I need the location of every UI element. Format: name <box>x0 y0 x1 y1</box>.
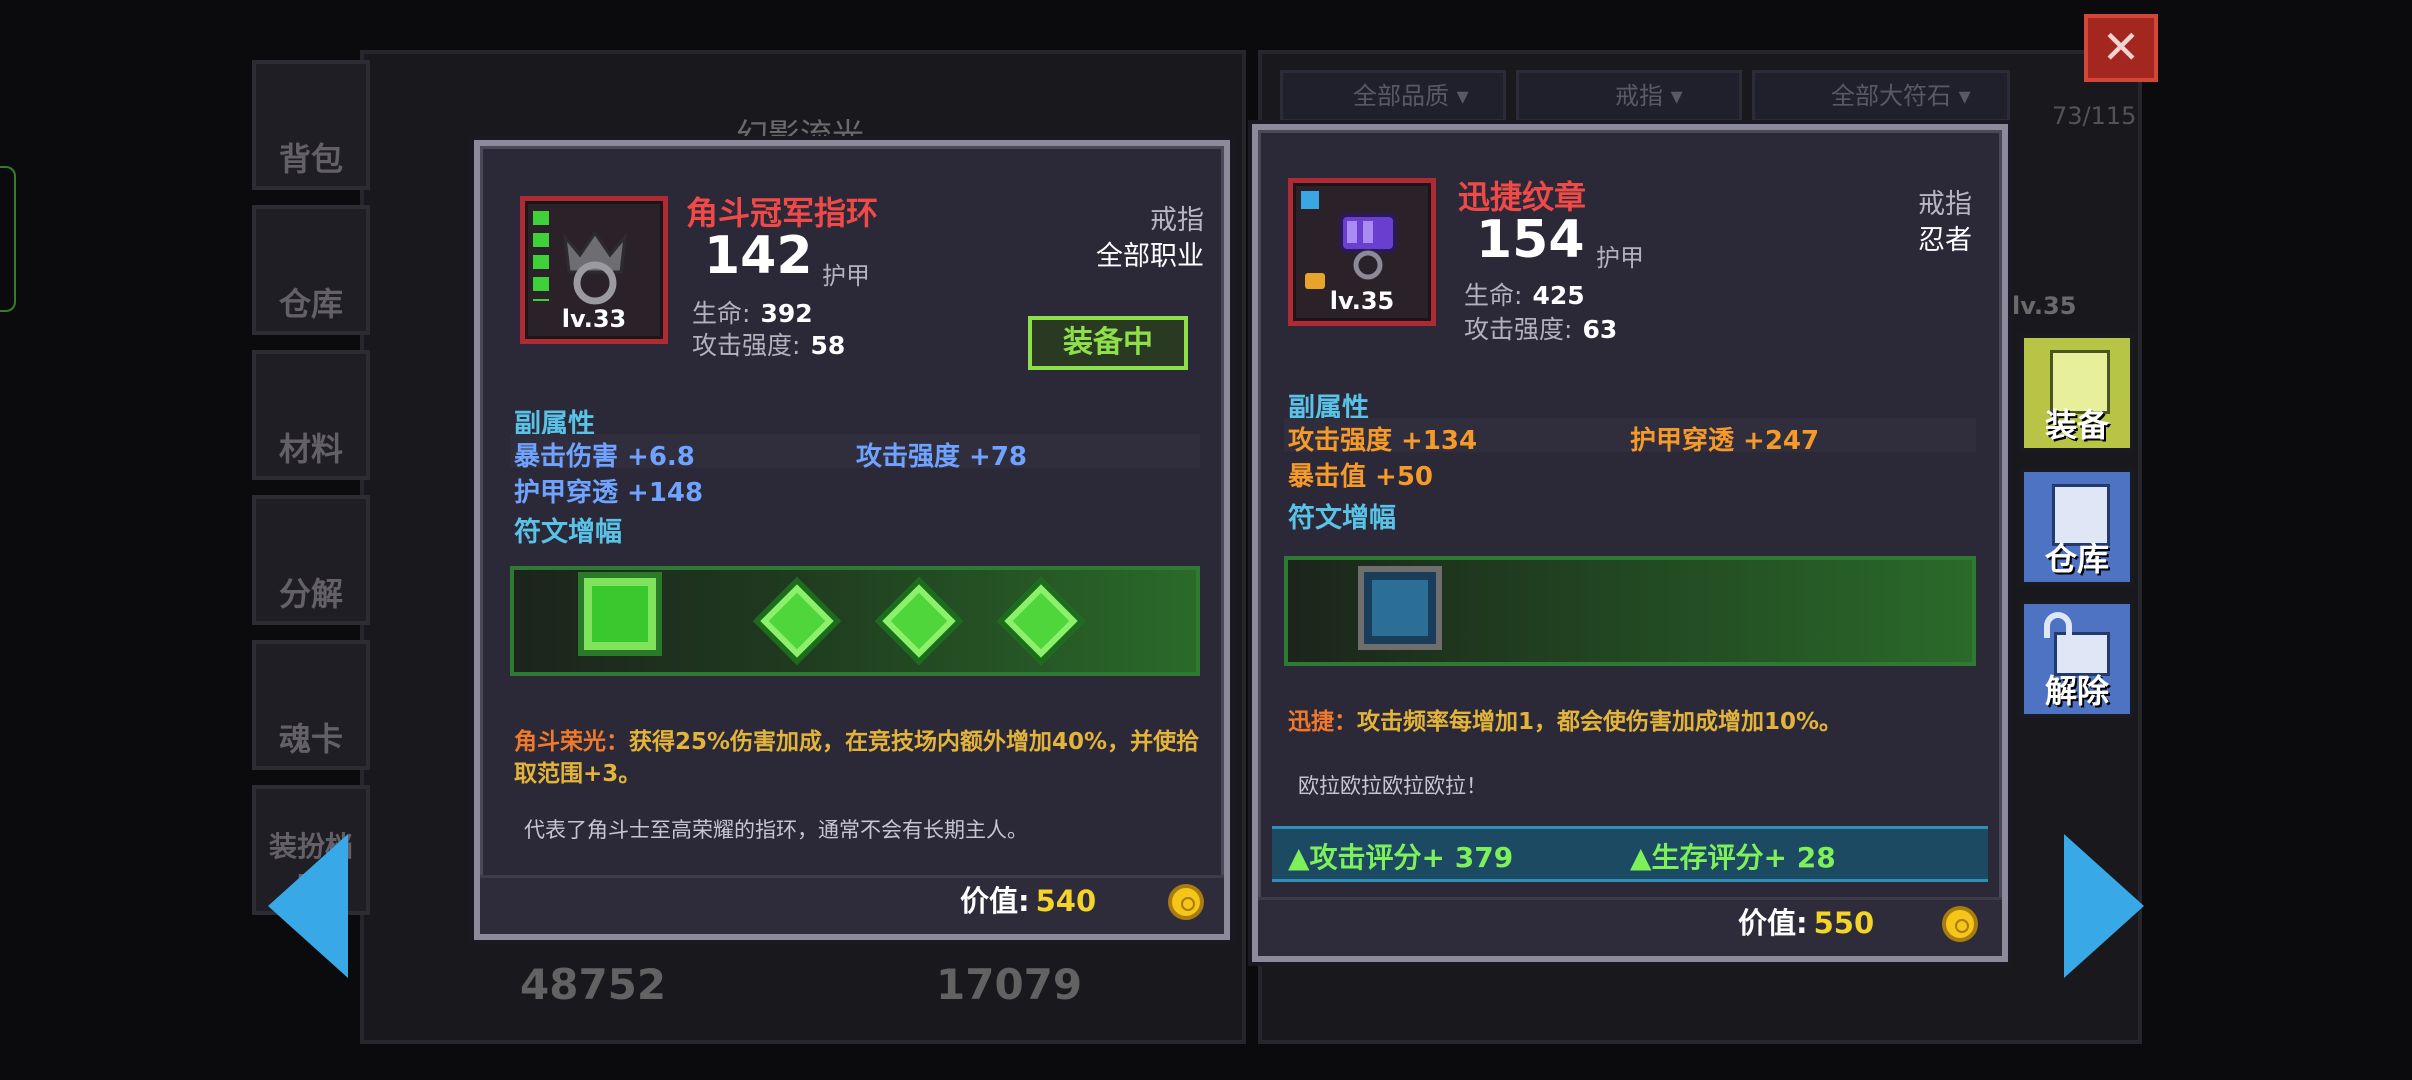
tab-backpack[interactable]: 背包 <box>252 60 370 190</box>
sub-stat-crit-damage: 暴击伤害 +6.8 <box>514 442 695 472</box>
next-item-arrow[interactable] <box>2064 834 2144 978</box>
gold-coin-icon <box>1942 906 1978 942</box>
sub-stat-armor-pen: 护甲穿透 +148 <box>514 478 704 508</box>
bg-stat-2: 17079 <box>936 960 1083 1009</box>
effect-description: 角斗荣光：获得25%伤害加成，在竞技场内额外增加40%，并使拾取范围+3。 <box>514 729 1200 787</box>
equipped-badge: 装备中 <box>1028 316 1188 370</box>
item-class: 全部职业 <box>1096 241 1204 272</box>
item-icon-frame: lv.33 <box>520 196 668 344</box>
item-value: 价值: 550 <box>1738 906 1875 940</box>
filter-quality[interactable]: 全部品质 ▾ <box>1280 70 1506 122</box>
survival-score: ▲生存评分+ 28 <box>1630 841 1836 874</box>
spiked-ring-icon <box>562 230 628 305</box>
tab-soul-card[interactable]: 魂卡 <box>252 640 370 770</box>
main-rune-gem-icon[interactable] <box>1358 566 1442 650</box>
item-level: lv.33 <box>561 305 627 333</box>
effect-description: 迅捷：攻击频率每增加1，都会使伤害加成增加10%。 <box>1288 709 1843 735</box>
main-rune-gem-icon[interactable] <box>578 572 662 656</box>
armor-label: 护甲 <box>1596 244 1644 272</box>
sub-stat-armor-pen: 护甲穿透 +247 <box>1630 426 1820 456</box>
prev-item-arrow[interactable] <box>268 834 348 978</box>
item-icon-frame: lv.35 <box>1288 178 1436 326</box>
unequip-button[interactable]: 解除 <box>2020 600 2134 718</box>
rune-amplify-title: 符文增幅 <box>1288 503 1396 534</box>
close-button[interactable]: ✕ <box>2084 14 2158 82</box>
item-type: 戒指 <box>1150 205 1204 236</box>
tab-materials[interactable]: 材料 <box>252 350 370 480</box>
armor-label: 护甲 <box>822 262 870 290</box>
atk-stat: 攻击强度: 63 <box>1464 315 1618 344</box>
sub-stat-attack: 攻击强度 +134 <box>1288 426 1478 456</box>
armor-value: 142 <box>704 226 813 286</box>
value-bar <box>480 875 1224 934</box>
flavor-text: 代表了角斗士至高荣耀的指环，通常不会有长期主人。 <box>524 818 1028 842</box>
bg-stat-1: 48752 <box>520 960 667 1009</box>
compare-item-panel: lv.35 迅捷纹章 154 护甲 生命: 425 攻击强度: 63 戒指 忍者 副… <box>1252 124 2008 962</box>
equip-button[interactable]: 装备 <box>2020 334 2134 452</box>
value-bar <box>1258 897 2002 956</box>
fist-emblem-icon <box>1339 213 1397 280</box>
rune-amplify-title: 符文增幅 <box>514 517 622 548</box>
equipped-item-panel: lv.33 角斗冠军指环 142 护甲 生命: 392 攻击强度: 58 戒指 全部… <box>474 140 1230 940</box>
edge-indicator <box>0 166 16 312</box>
gold-coin-icon <box>1168 884 1204 920</box>
filter-type[interactable]: 戒指 ▾ <box>1516 70 1742 122</box>
tab-dismantle[interactable]: 分解 <box>252 495 370 625</box>
sub-stat-crit: 暴击值 +50 <box>1288 462 1434 492</box>
capacity-count: 73/115 <box>2052 102 2137 130</box>
item-level: lv.35 <box>1329 287 1395 315</box>
sub-stat-attack: 攻击强度 +78 <box>856 442 1028 472</box>
hp-stat: 生命: 392 <box>692 299 813 328</box>
quality-gems-icon <box>533 211 549 301</box>
unlock-shackle <box>2044 612 2072 638</box>
item-type: 戒指 <box>1918 189 1972 220</box>
storage-button[interactable]: 仓库 <box>2020 468 2134 586</box>
tab-storage[interactable]: 仓库 <box>252 205 370 335</box>
item-value: 价值: 540 <box>960 884 1097 918</box>
item-class: 忍者 <box>1918 225 1972 256</box>
armor-value: 154 <box>1476 210 1585 270</box>
hp-stat: 生命: 425 <box>1464 281 1585 310</box>
atk-stat: 攻击强度: 58 <box>692 331 846 360</box>
bg-item-level: lv.35 <box>2012 292 2077 320</box>
attack-score: ▲攻击评分+ 379 <box>1288 841 1514 874</box>
quality-gem-icon <box>1301 191 1319 209</box>
filter-rune[interactable]: 全部大符石 ▾ <box>1752 70 2010 122</box>
flavor-text: 欧拉欧拉欧拉欧拉！ <box>1298 774 1487 798</box>
